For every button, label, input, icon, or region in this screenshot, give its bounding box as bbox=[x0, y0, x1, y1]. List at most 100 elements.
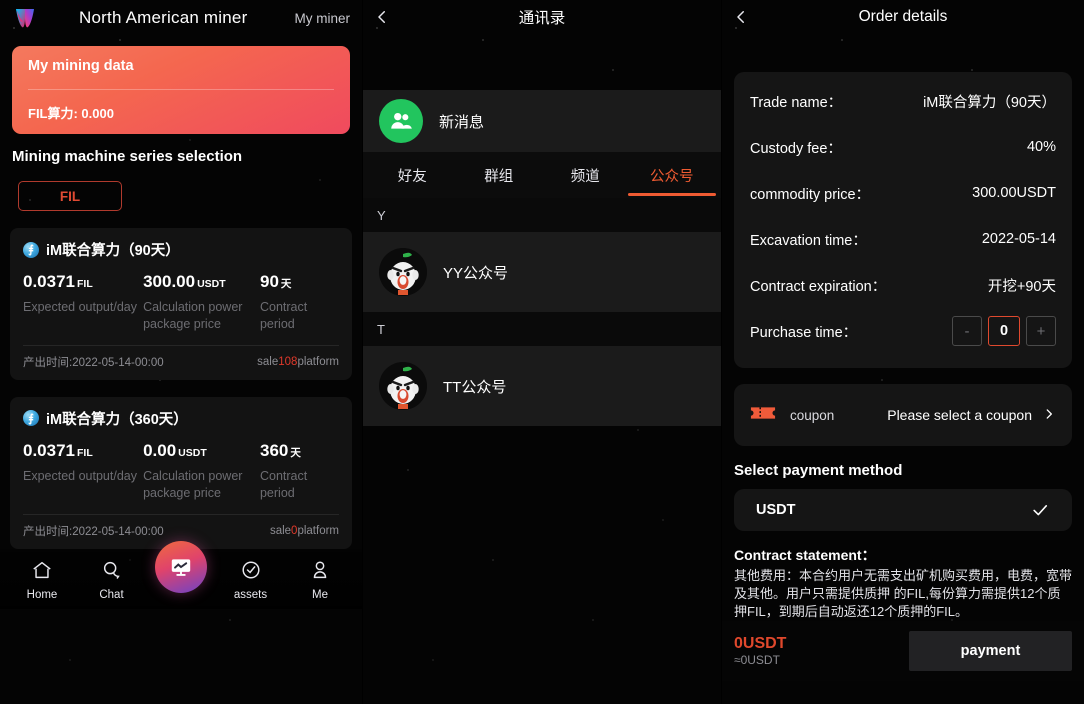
metric-price: 300.00 USDT Calculation power package pri… bbox=[143, 273, 260, 333]
my-mining-data-card[interactable]: My mining data FIL算力: 0.000 bbox=[12, 46, 350, 134]
increment-button[interactable]: + bbox=[1026, 316, 1056, 346]
detail-key: Purchase time： bbox=[750, 324, 858, 341]
detail-row-custody-fee: Custody fee： 40% bbox=[750, 124, 1056, 170]
sale-count-text: sale0platform bbox=[270, 525, 339, 537]
filter-chip-fil[interactable]: FIL bbox=[18, 181, 122, 211]
package-card[interactable]: ⨎ iM联合算力（360天） 0.0371 FIL Expected output… bbox=[10, 396, 352, 549]
contact-row[interactable]: TT公众号 bbox=[363, 346, 721, 426]
payment-method-usdt[interactable]: USDT bbox=[734, 489, 1072, 531]
decrement-button[interactable]: - bbox=[952, 316, 982, 346]
detail-key: Contract expiration： bbox=[750, 278, 887, 295]
mining-card-divider bbox=[28, 89, 334, 90]
package-card[interactable]: ⨎ iM联合算力（90天） 0.0371 FIL Expected output/… bbox=[10, 228, 352, 380]
coupon-row[interactable]: coupon Please select a coupon bbox=[734, 384, 1072, 446]
price-label: Calculation power package price bbox=[143, 300, 243, 331]
bottom-tab-bar: Home Chat assets Me bbox=[0, 540, 362, 609]
header-spacer bbox=[363, 34, 721, 90]
detail-row-excavation-time: Excavation time： 2022-05-14 bbox=[750, 216, 1056, 262]
left-header: North American miner My miner bbox=[0, 0, 362, 36]
package-name-text: iM联合算力 bbox=[46, 243, 121, 259]
tab-assets[interactable]: assets bbox=[223, 559, 279, 601]
detail-key: Excavation time： bbox=[750, 232, 867, 249]
period-unit: 天 bbox=[290, 446, 301, 459]
price-unit: USDT bbox=[197, 278, 226, 290]
chat-icon bbox=[101, 559, 123, 586]
chevron-left-icon[interactable] bbox=[373, 8, 391, 26]
market-monitor-icon[interactable] bbox=[155, 540, 207, 593]
period-unit: 天 bbox=[280, 278, 292, 290]
tab-home[interactable]: Home bbox=[14, 559, 70, 601]
metric-price: 0.00 USDT Calculation power package price bbox=[143, 442, 260, 502]
detail-key: commodity price： bbox=[750, 186, 871, 203]
total-amount-value: 0USDT bbox=[734, 634, 787, 652]
detail-row-trade-name: Trade name： iM联合算力（90天） bbox=[750, 78, 1056, 124]
coupon-label: coupon bbox=[790, 407, 835, 423]
detail-value: 2022-05-14 bbox=[981, 231, 1056, 247]
tab-chat-label: Chat bbox=[99, 588, 124, 601]
contact-row[interactable]: YY公众号 bbox=[363, 232, 721, 312]
contacts-tabs: 好友 群组 频道 公众号 bbox=[363, 152, 721, 198]
group-people-icon bbox=[379, 99, 423, 143]
package-duration: （90天） bbox=[120, 243, 180, 259]
sale-prefix: sale bbox=[269, 524, 292, 537]
home-icon bbox=[31, 559, 53, 586]
tab-friends[interactable]: 好友 bbox=[369, 152, 456, 198]
order-details-screen: Order details Trade name： iM联合算力（90天） Cu… bbox=[722, 0, 1084, 704]
filecoin-icon: ⨎ bbox=[23, 410, 39, 427]
contacts-screen: 通讯录 新消息 好友 群组 频道 公众号 Y YY公众号 T TT公众号 bbox=[362, 0, 722, 704]
tab-chat[interactable]: Chat bbox=[84, 559, 140, 601]
chevron-left-icon[interactable] bbox=[732, 8, 750, 26]
contract-statement-title: Contract statement： bbox=[734, 547, 876, 563]
contract-statement: Contract statement： 其他费用：本合约用户无需支出矿机购买费用… bbox=[734, 545, 1072, 621]
tab-channels[interactable]: 频道 bbox=[542, 152, 629, 198]
package-header: ⨎ iM联合算力（90天） bbox=[23, 239, 339, 260]
miner-home-screen: North American miner My miner My mining … bbox=[0, 0, 362, 704]
tab-groups[interactable]: 群组 bbox=[456, 152, 543, 198]
sale-suffix: platform bbox=[297, 524, 339, 537]
detail-row-contract-expiration: Contract expiration： 开挖+90天 bbox=[750, 262, 1056, 308]
metric-output: 0.0371 FIL Expected output/day bbox=[23, 273, 143, 333]
order-detail-card: Trade name： iM联合算力（90天） Custody fee： 40%… bbox=[734, 72, 1072, 368]
section-title: Mining machine series selection bbox=[12, 148, 243, 165]
detail-key: Trade name： bbox=[750, 94, 843, 111]
my-miner-link[interactable]: My miner bbox=[294, 11, 350, 26]
filecoin-icon: ⨎ bbox=[23, 241, 39, 258]
total-amount-approx: ≈0USDT bbox=[734, 652, 780, 667]
output-label: Expected output/day bbox=[23, 300, 137, 314]
sale-prefix: sale bbox=[257, 355, 279, 368]
metric-period: 90 天 Contract period bbox=[260, 273, 339, 333]
detail-row-commodity-price: commodity price： 300.00USDT bbox=[750, 170, 1056, 216]
new-message-row[interactable]: 新消息 bbox=[363, 90, 721, 152]
tab-me[interactable]: Me bbox=[292, 559, 348, 601]
new-message-label: 新消息 bbox=[439, 113, 485, 131]
metric-output: 0.0371 FIL Expected output/day bbox=[23, 442, 143, 502]
payment-method-label: USDT bbox=[756, 502, 796, 518]
payment-button[interactable]: payment bbox=[909, 630, 1072, 671]
sale-count: 108 bbox=[278, 355, 298, 368]
three-panel-screenshot: North American miner My miner My mining … bbox=[0, 0, 1084, 704]
metric-period: 360 天 Contract period bbox=[260, 442, 339, 502]
output-label: Expected output/day bbox=[23, 468, 137, 483]
index-header: T bbox=[363, 312, 721, 346]
detail-value: 40% bbox=[1026, 139, 1056, 155]
cat-face-avatar-icon bbox=[379, 248, 427, 296]
price-value: 300.00 bbox=[143, 272, 196, 291]
package-metrics: 0.0371 FIL Expected output/day 0.00 USDT C… bbox=[23, 442, 339, 502]
detail-value: iM联合算力（90天） bbox=[923, 94, 1056, 111]
package-name: iM联合算力（360天） bbox=[46, 408, 188, 429]
coupon-select[interactable]: Please select a coupon bbox=[887, 406, 1056, 425]
output-value: 0.0371 bbox=[23, 272, 75, 291]
person-icon bbox=[309, 559, 331, 586]
tab-official-accounts[interactable]: 公众号 bbox=[629, 152, 716, 198]
quantity-value[interactable]: 0 bbox=[988, 316, 1020, 346]
tab-me-label: Me bbox=[312, 588, 328, 601]
package-name-text: iM联合算力 bbox=[46, 411, 121, 428]
contacts-header: 通讯录 bbox=[363, 0, 721, 34]
detail-row-purchase-time: Purchase time： - 0 + bbox=[750, 308, 1056, 354]
payment-section-title: Select payment method bbox=[734, 462, 903, 479]
period-value: 90 bbox=[259, 272, 279, 291]
contacts-title: 通讯录 bbox=[518, 10, 566, 27]
package-header: ⨎ iM联合算力（360天） bbox=[23, 408, 339, 429]
tab-assets-label: assets bbox=[233, 588, 268, 601]
chevron-right-icon bbox=[1042, 406, 1056, 425]
